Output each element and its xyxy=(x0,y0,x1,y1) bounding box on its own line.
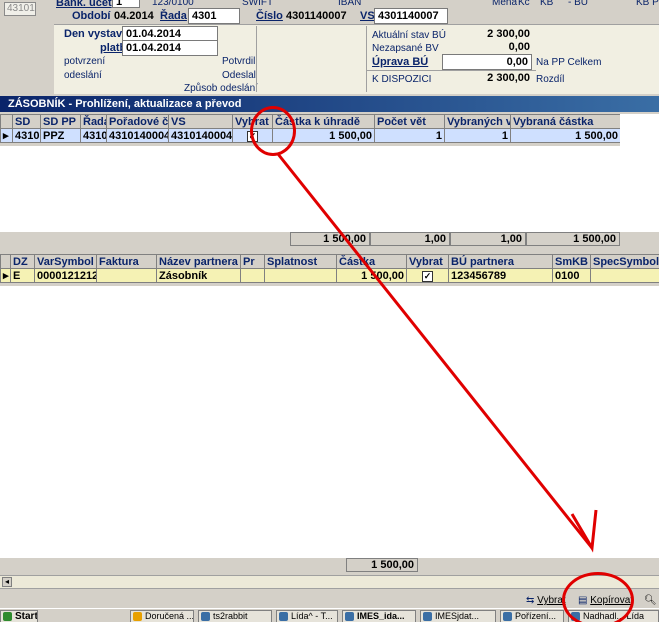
annotation-arrow xyxy=(276,153,598,553)
